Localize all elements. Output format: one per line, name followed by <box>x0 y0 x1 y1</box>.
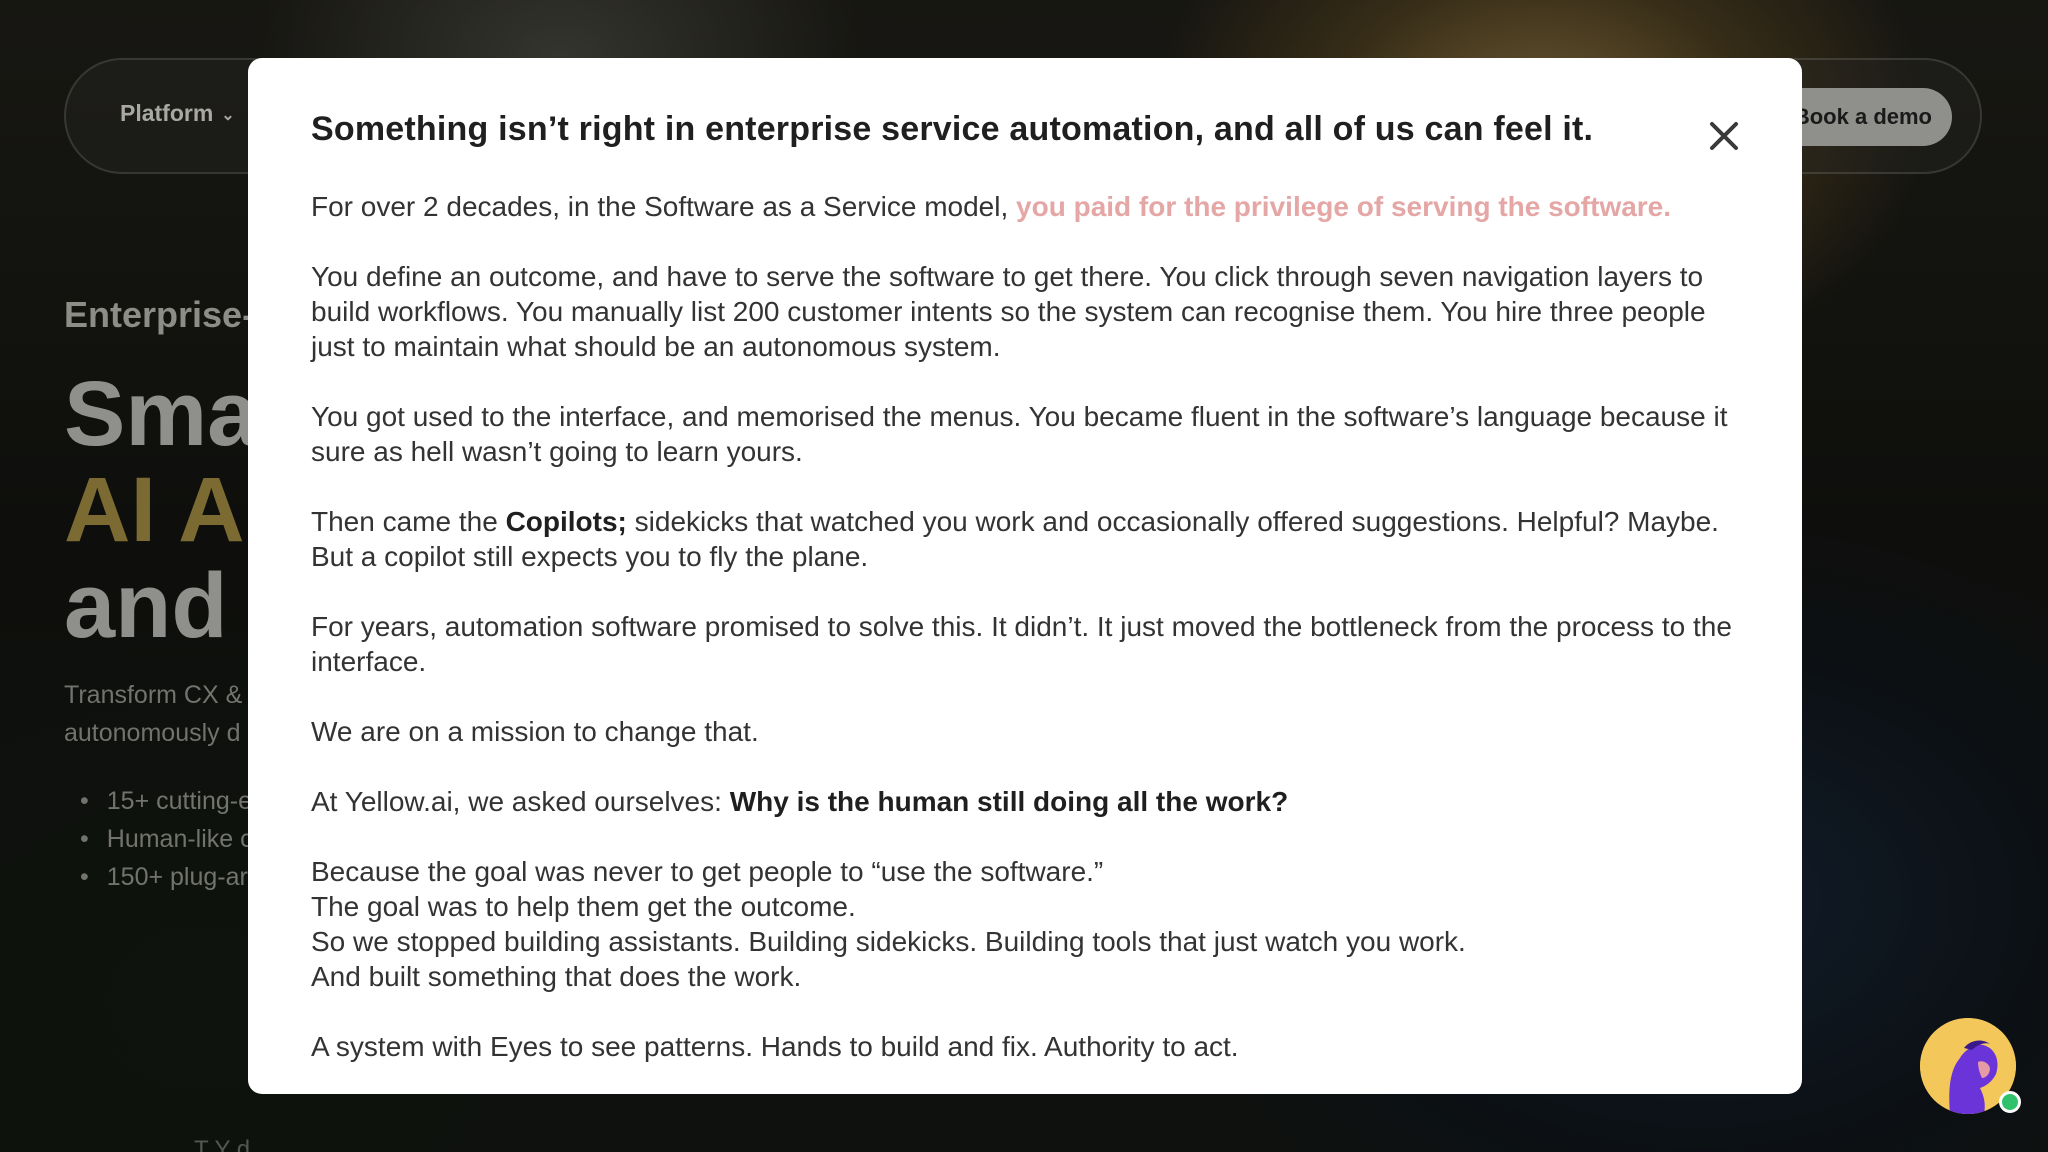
p8-line: Because the goal was never to get people… <box>311 856 1104 887</box>
p1-highlight: you paid for the privilege of serving th… <box>1016 191 1672 222</box>
p8-line: So we stopped building assistants. Build… <box>311 926 1466 957</box>
modal-paragraph-4: Then came the Copilots; sidekicks that w… <box>311 504 1740 574</box>
hero-bullet-list: 15+ cutting-e Human-like c 150+ plug-ar <box>80 782 253 896</box>
p1-text: For over 2 decades, in the Software as a… <box>311 191 1017 222</box>
modal-paragraph-9: A system with Eyes to see patterns. Hand… <box>311 1031 1239 1062</box>
p4-before: Then came the <box>311 506 506 537</box>
modal-paragraph-5: For years, automation software promised … <box>311 611 1732 677</box>
manifesto-modal: Something isn’t right in enterprise serv… <box>248 58 1802 1094</box>
hero-bullet: 150+ plug-ar <box>80 858 253 896</box>
online-status-dot <box>1999 1091 2021 1113</box>
modal-paragraph-3: You got used to the interface, and memor… <box>311 401 1728 467</box>
modal-paragraph-2: You define an outcome, and have to serve… <box>311 261 1706 362</box>
modal-paragraph-7: At Yellow.ai, we asked ourselves: Why is… <box>311 784 1740 819</box>
chevron-down-icon: ⌄ <box>221 106 235 124</box>
hero-title-line1: Sma <box>64 363 259 465</box>
nav-platform[interactable]: Platform ⌄ <box>120 100 235 127</box>
p7-bold: Why is the human still doing all the wor… <box>729 786 1289 817</box>
hero-subtitle: Transform CX & autonomously d <box>64 676 242 752</box>
modal-paragraph-6: We are on a mission to change that. <box>311 716 759 747</box>
book-demo-label: Book a demo <box>1793 104 1932 129</box>
p4-bold: Copilots; <box>505 506 627 537</box>
modal-paragraph-1: For over 2 decades, in the Software as a… <box>311 189 1740 224</box>
hero-title-line3: and I <box>64 555 279 657</box>
p8-line: The goal was to help them get the outcom… <box>311 891 856 922</box>
modal-title: Something isn’t right in enterprise serv… <box>311 110 1594 148</box>
hero-subtitle-line1: Transform CX & <box>64 681 243 709</box>
p8-line: And built something that does the work. <box>311 961 802 992</box>
modal-paragraph-8: Because the goal was never to get people… <box>311 854 1740 994</box>
hero-subtitle-line2: autonomously d <box>64 719 241 747</box>
nav-platform-label: Platform <box>120 100 214 126</box>
close-icon <box>1710 122 1738 150</box>
page: Platform ⌄ Book a demo Enterprise-g Sma … <box>0 0 2048 1152</box>
hero-bullet: Human-like c <box>80 820 253 858</box>
hero-bullet: 15+ cutting-e <box>80 782 253 820</box>
modal-close-button[interactable] <box>1702 114 1746 158</box>
hero-eyebrow: Enterprise-g <box>64 294 277 335</box>
p7-before: At Yellow.ai, we asked ourselves: <box>311 786 730 817</box>
hero-footer-fragment: T Y d <box>194 1136 251 1152</box>
